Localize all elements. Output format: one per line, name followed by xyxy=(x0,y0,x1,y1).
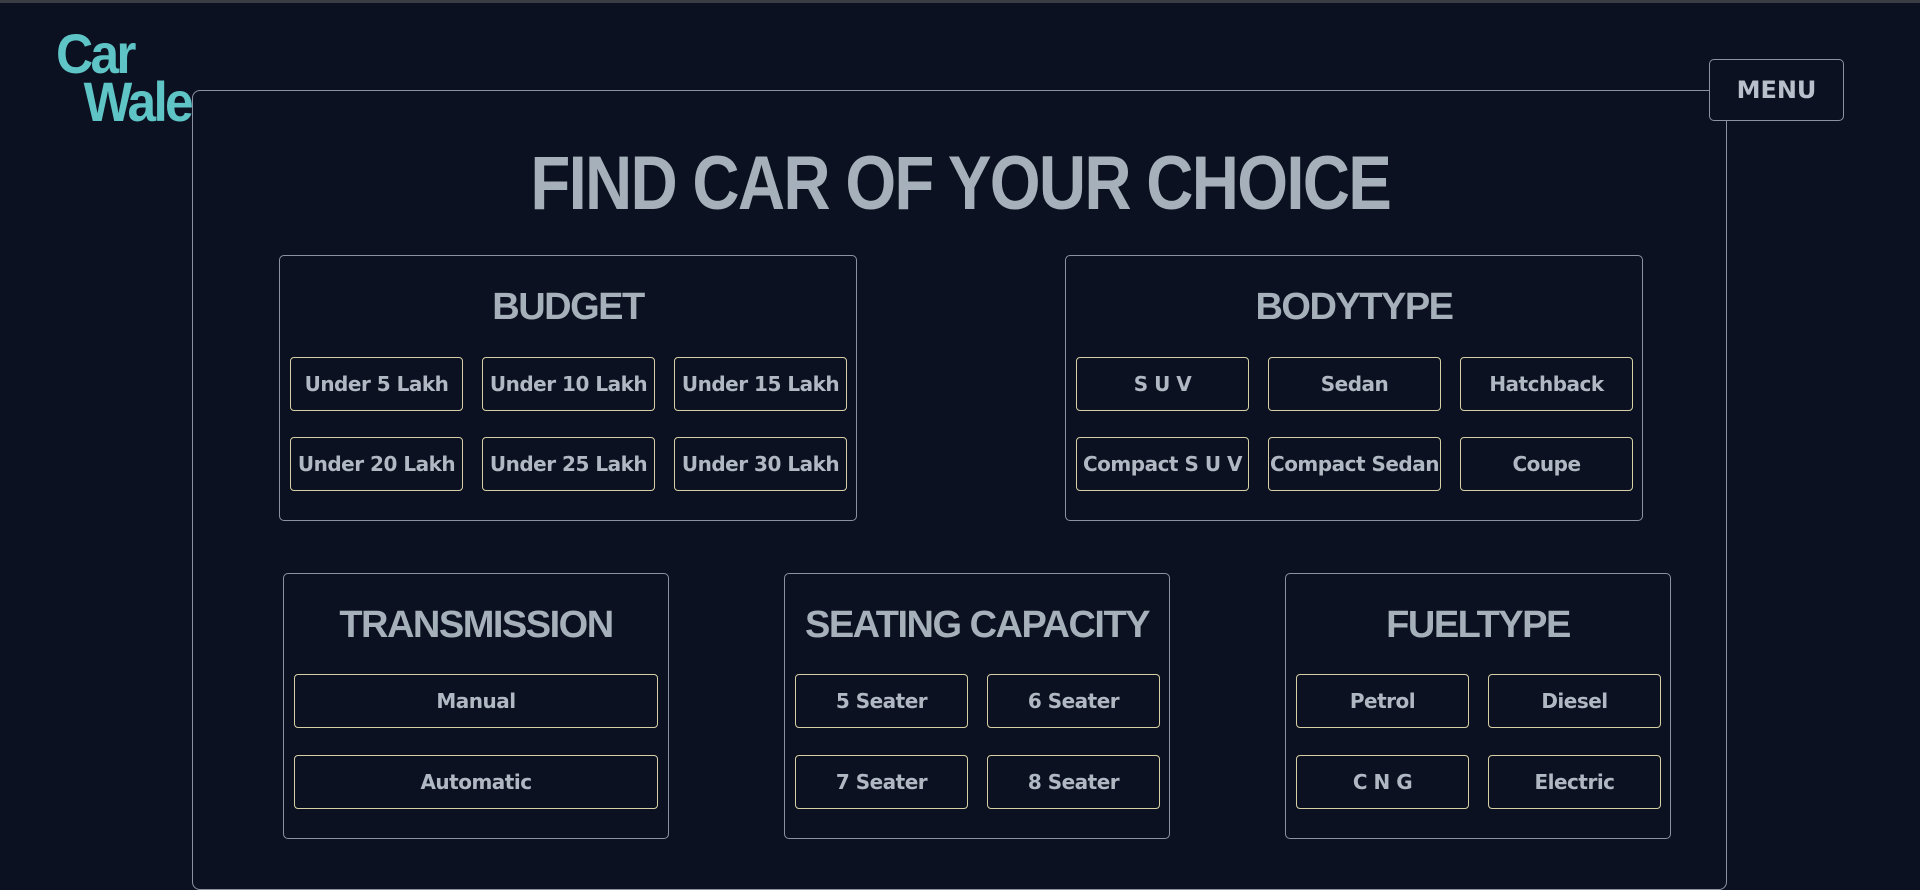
carwale-logo[interactable]: Car Wale xyxy=(56,26,194,133)
bodytype-compact-sedan-button[interactable]: Compact Sedan xyxy=(1268,437,1441,491)
seating-7-seater-button[interactable]: 7 Seater xyxy=(795,755,968,809)
page-title: FIND CAR OF YOUR CHOICE xyxy=(530,141,1392,226)
seating-capacity-title: SEATING CAPACITY xyxy=(804,604,1151,646)
seating-6-seater-button[interactable]: 6 Seater xyxy=(987,674,1160,728)
transmission-automatic-button[interactable]: Automatic xyxy=(294,755,658,809)
fueltype-panel: FUELTYPE Petrol Diesel C N G Electric xyxy=(1285,573,1671,839)
seating-5-seater-button[interactable]: 5 Seater xyxy=(795,674,968,728)
transmission-manual-button[interactable]: Manual xyxy=(294,674,658,728)
budget-title: BUDGET xyxy=(492,286,645,328)
seating-8-seater-button[interactable]: 8 Seater xyxy=(987,755,1160,809)
bodytype-title: BODYTYPE xyxy=(1255,286,1454,328)
fuel-diesel-button[interactable]: Diesel xyxy=(1488,674,1661,728)
budget-under-25-lakh-button[interactable]: Under 25 Lakh xyxy=(482,437,655,491)
budget-under-5-lakh-button[interactable]: Under 5 Lakh xyxy=(290,357,463,411)
fueltype-title: FUELTYPE xyxy=(1386,604,1571,646)
menu-button[interactable]: MENU xyxy=(1709,59,1844,121)
logo-line-2: Wale xyxy=(83,70,194,133)
bodytype-panel: BODYTYPE S U V Sedan Hatchback Compact S… xyxy=(1065,255,1643,521)
budget-under-10-lakh-button[interactable]: Under 10 Lakh xyxy=(482,357,655,411)
budget-under-20-lakh-button[interactable]: Under 20 Lakh xyxy=(290,437,463,491)
window-top-border xyxy=(0,0,1920,3)
fuel-cng-button[interactable]: C N G xyxy=(1296,755,1469,809)
bodytype-hatchback-button[interactable]: Hatchback xyxy=(1460,357,1633,411)
transmission-panel: TRANSMISSION Manual Automatic xyxy=(283,573,669,839)
budget-under-30-lakh-button[interactable]: Under 30 Lakh xyxy=(674,437,847,491)
budget-panel: BUDGET Under 5 Lakh Under 10 Lakh Under … xyxy=(279,255,857,521)
fuel-petrol-button[interactable]: Petrol xyxy=(1296,674,1469,728)
bodytype-suv-button[interactable]: S U V xyxy=(1076,357,1249,411)
fuel-electric-button[interactable]: Electric xyxy=(1488,755,1661,809)
seating-capacity-panel: SEATING CAPACITY 5 Seater 6 Seater 7 Sea… xyxy=(784,573,1170,839)
bodytype-compact-suv-button[interactable]: Compact S U V xyxy=(1076,437,1249,491)
bodytype-sedan-button[interactable]: Sedan xyxy=(1268,357,1441,411)
budget-under-15-lakh-button[interactable]: Under 15 Lakh xyxy=(674,357,847,411)
transmission-title: TRANSMISSION xyxy=(339,604,614,646)
bodytype-coupe-button[interactable]: Coupe xyxy=(1460,437,1633,491)
